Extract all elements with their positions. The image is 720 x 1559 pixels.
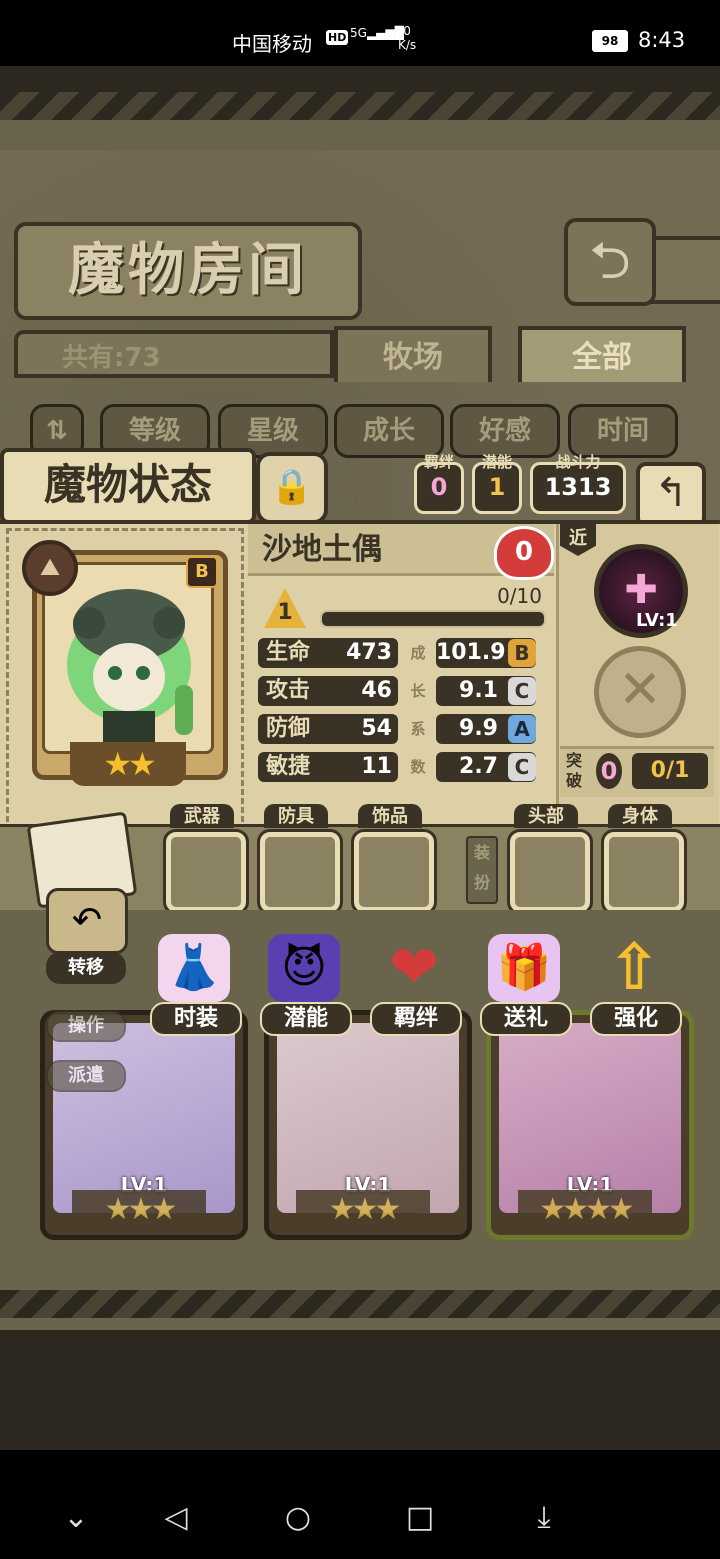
operate-button[interactable]: 操作 xyxy=(46,1010,126,1042)
stat-value: 46 xyxy=(361,678,392,703)
potential-value: 1 xyxy=(488,473,506,501)
slot-label-head: 头部 xyxy=(514,804,578,828)
status-panel-title: 魔物状态 xyxy=(0,448,256,524)
tab-all[interactable]: 全部 xyxy=(518,326,686,382)
recents-square-icon[interactable]: □ xyxy=(398,1496,442,1540)
monster-count: 共有:73 xyxy=(14,330,334,378)
filter-growth[interactable]: 成长 xyxy=(334,404,444,458)
chevron-down-icon[interactable]: ⌄ xyxy=(54,1496,98,1540)
bond-chip: 羁绊 0 xyxy=(414,453,464,514)
gift-button-label: 送礼 xyxy=(480,1002,572,1036)
monster-grade: B xyxy=(186,556,218,588)
slot-label-weapon: 武器 xyxy=(170,804,234,828)
transfer-button[interactable]: 转移 xyxy=(46,952,126,984)
fashion-button[interactable]: 👗 时装 xyxy=(150,934,242,1036)
slot-head[interactable] xyxy=(507,829,593,915)
exp-text: 0/10 xyxy=(497,584,542,608)
stat-row-hp: 生命 473 成 101.9 B xyxy=(258,638,558,668)
growth-grade: A xyxy=(508,715,536,743)
growth-grade: B xyxy=(508,639,536,667)
skill-level: LV:1 xyxy=(636,610,678,631)
battery-icon: 98 xyxy=(592,30,628,52)
tribe-icon: ⛰ xyxy=(22,540,78,596)
fashion-label: 时装 xyxy=(150,1002,242,1036)
growth-label: 数 xyxy=(410,758,426,776)
monster-card-stars: ★★★ xyxy=(296,1190,430,1230)
breakthrough-row: 突破 0 0/1 xyxy=(560,746,714,797)
affection-heart: 0 xyxy=(494,526,554,580)
growth-label: 系 xyxy=(410,720,426,738)
stat-row-defense: 防御 54 系 9.9 A xyxy=(258,714,558,744)
exp-bar xyxy=(320,610,546,628)
network-speed: 0 K/s xyxy=(398,24,417,52)
bond-label: 羁绊 xyxy=(423,453,454,471)
bond-button-label: 羁绊 xyxy=(370,1002,462,1036)
breakthrough-progress[interactable]: 0/1 xyxy=(632,753,708,789)
slot-label-body: 身体 xyxy=(608,804,672,828)
slot-label-armor: 防具 xyxy=(264,804,328,828)
stat-value: 11 xyxy=(361,754,392,779)
potential-chip: 潜能 1 xyxy=(472,453,522,514)
bottom-zigzag-border xyxy=(0,1290,720,1318)
stat-row-attack: 攻击 46 长 9.1 C xyxy=(258,676,558,706)
breakthrough-label: 突破 xyxy=(566,751,583,790)
growth-label: 长 xyxy=(410,682,426,700)
power-value: 1313 xyxy=(544,473,612,501)
tab-ranch[interactable]: 牧场 xyxy=(334,326,492,382)
growth-grade: C xyxy=(508,677,536,705)
filter-affection[interactable]: 好感 xyxy=(450,404,560,458)
bond-button[interactable]: ❤ 羁绊 xyxy=(370,933,462,1036)
upgrade-arrows-icon: ⇧ xyxy=(607,931,661,1005)
potential-button[interactable]: 😈 潜能 xyxy=(260,934,352,1036)
page-title: 魔物房间 xyxy=(14,222,362,320)
upgrade-button-label: 强化 xyxy=(590,1002,682,1036)
lock-icon[interactable]: 🔒 xyxy=(256,452,328,524)
stat-value: 54 xyxy=(361,716,392,741)
dispatch-button[interactable]: 派遣 xyxy=(46,1060,126,1092)
gift-icon: 🎁 xyxy=(488,934,560,1002)
download-icon[interactable]: ⤓ xyxy=(522,1496,566,1540)
stat-row-agility: 敏捷 11 数 2.7 C xyxy=(258,752,558,782)
bond-value: 0 xyxy=(430,473,448,501)
monster-card-stars: ★★★ xyxy=(72,1190,206,1230)
potential-label: 潜能 xyxy=(481,453,512,471)
transfer-arrow-icon[interactable]: ↶ xyxy=(46,888,128,954)
potential-button-label: 潜能 xyxy=(260,1002,352,1036)
monster-stars: ★★ xyxy=(70,742,186,786)
home-circle-icon[interactable]: ○ xyxy=(276,1496,320,1540)
system-nav-bar xyxy=(0,1450,720,1559)
breakthrough-gems: 0 xyxy=(596,753,622,789)
clock: 8:43 xyxy=(638,28,686,52)
gift-button[interactable]: 🎁 送礼 xyxy=(480,934,572,1036)
slot-armor[interactable] xyxy=(257,829,343,915)
filter-time[interactable]: 时间 xyxy=(568,404,678,458)
monster-card-stars: ★★★★ xyxy=(518,1190,652,1230)
back-icon[interactable]: ↰ xyxy=(636,462,706,528)
locked-skill-x-icon[interactable]: ✕ xyxy=(594,646,686,738)
monster-portrait-art xyxy=(45,565,211,751)
slot-accessory[interactable] xyxy=(351,829,437,915)
demon-icon: 😈 xyxy=(268,934,340,1002)
upgrade-button[interactable]: ⇧ 强化 xyxy=(590,931,682,1036)
hearts-icon: ❤ xyxy=(388,933,440,1003)
power-chip: 战斗力 1313 xyxy=(530,453,626,514)
slot-body[interactable] xyxy=(601,829,687,915)
dress-icon: 👗 xyxy=(158,934,230,1002)
return-arrow-icon[interactable]: ⮌ xyxy=(564,218,656,306)
growth-label: 成 xyxy=(410,644,426,662)
stat-value: 473 xyxy=(346,640,392,665)
slot-weapon[interactable] xyxy=(163,829,249,915)
slot-label-accessory: 饰品 xyxy=(358,804,422,828)
carrier-label: 中国移动 xyxy=(232,32,312,56)
signal-icon: 5G▂▄▆█ xyxy=(350,26,404,40)
status-bar: 中国移动 HD 5G▂▄▆█ 0 K/s 98 8:43 xyxy=(0,0,720,66)
back-button-tab xyxy=(648,236,720,304)
power-label: 战斗力 xyxy=(555,453,601,471)
back-triangle-icon[interactable]: ◁ xyxy=(154,1496,198,1540)
dress-up-label: 装扮 xyxy=(466,836,498,904)
monster-portrait xyxy=(42,562,214,754)
hd-icon: HD xyxy=(326,30,349,45)
growth-grade: C xyxy=(508,753,536,781)
top-zigzag-border xyxy=(0,92,720,120)
